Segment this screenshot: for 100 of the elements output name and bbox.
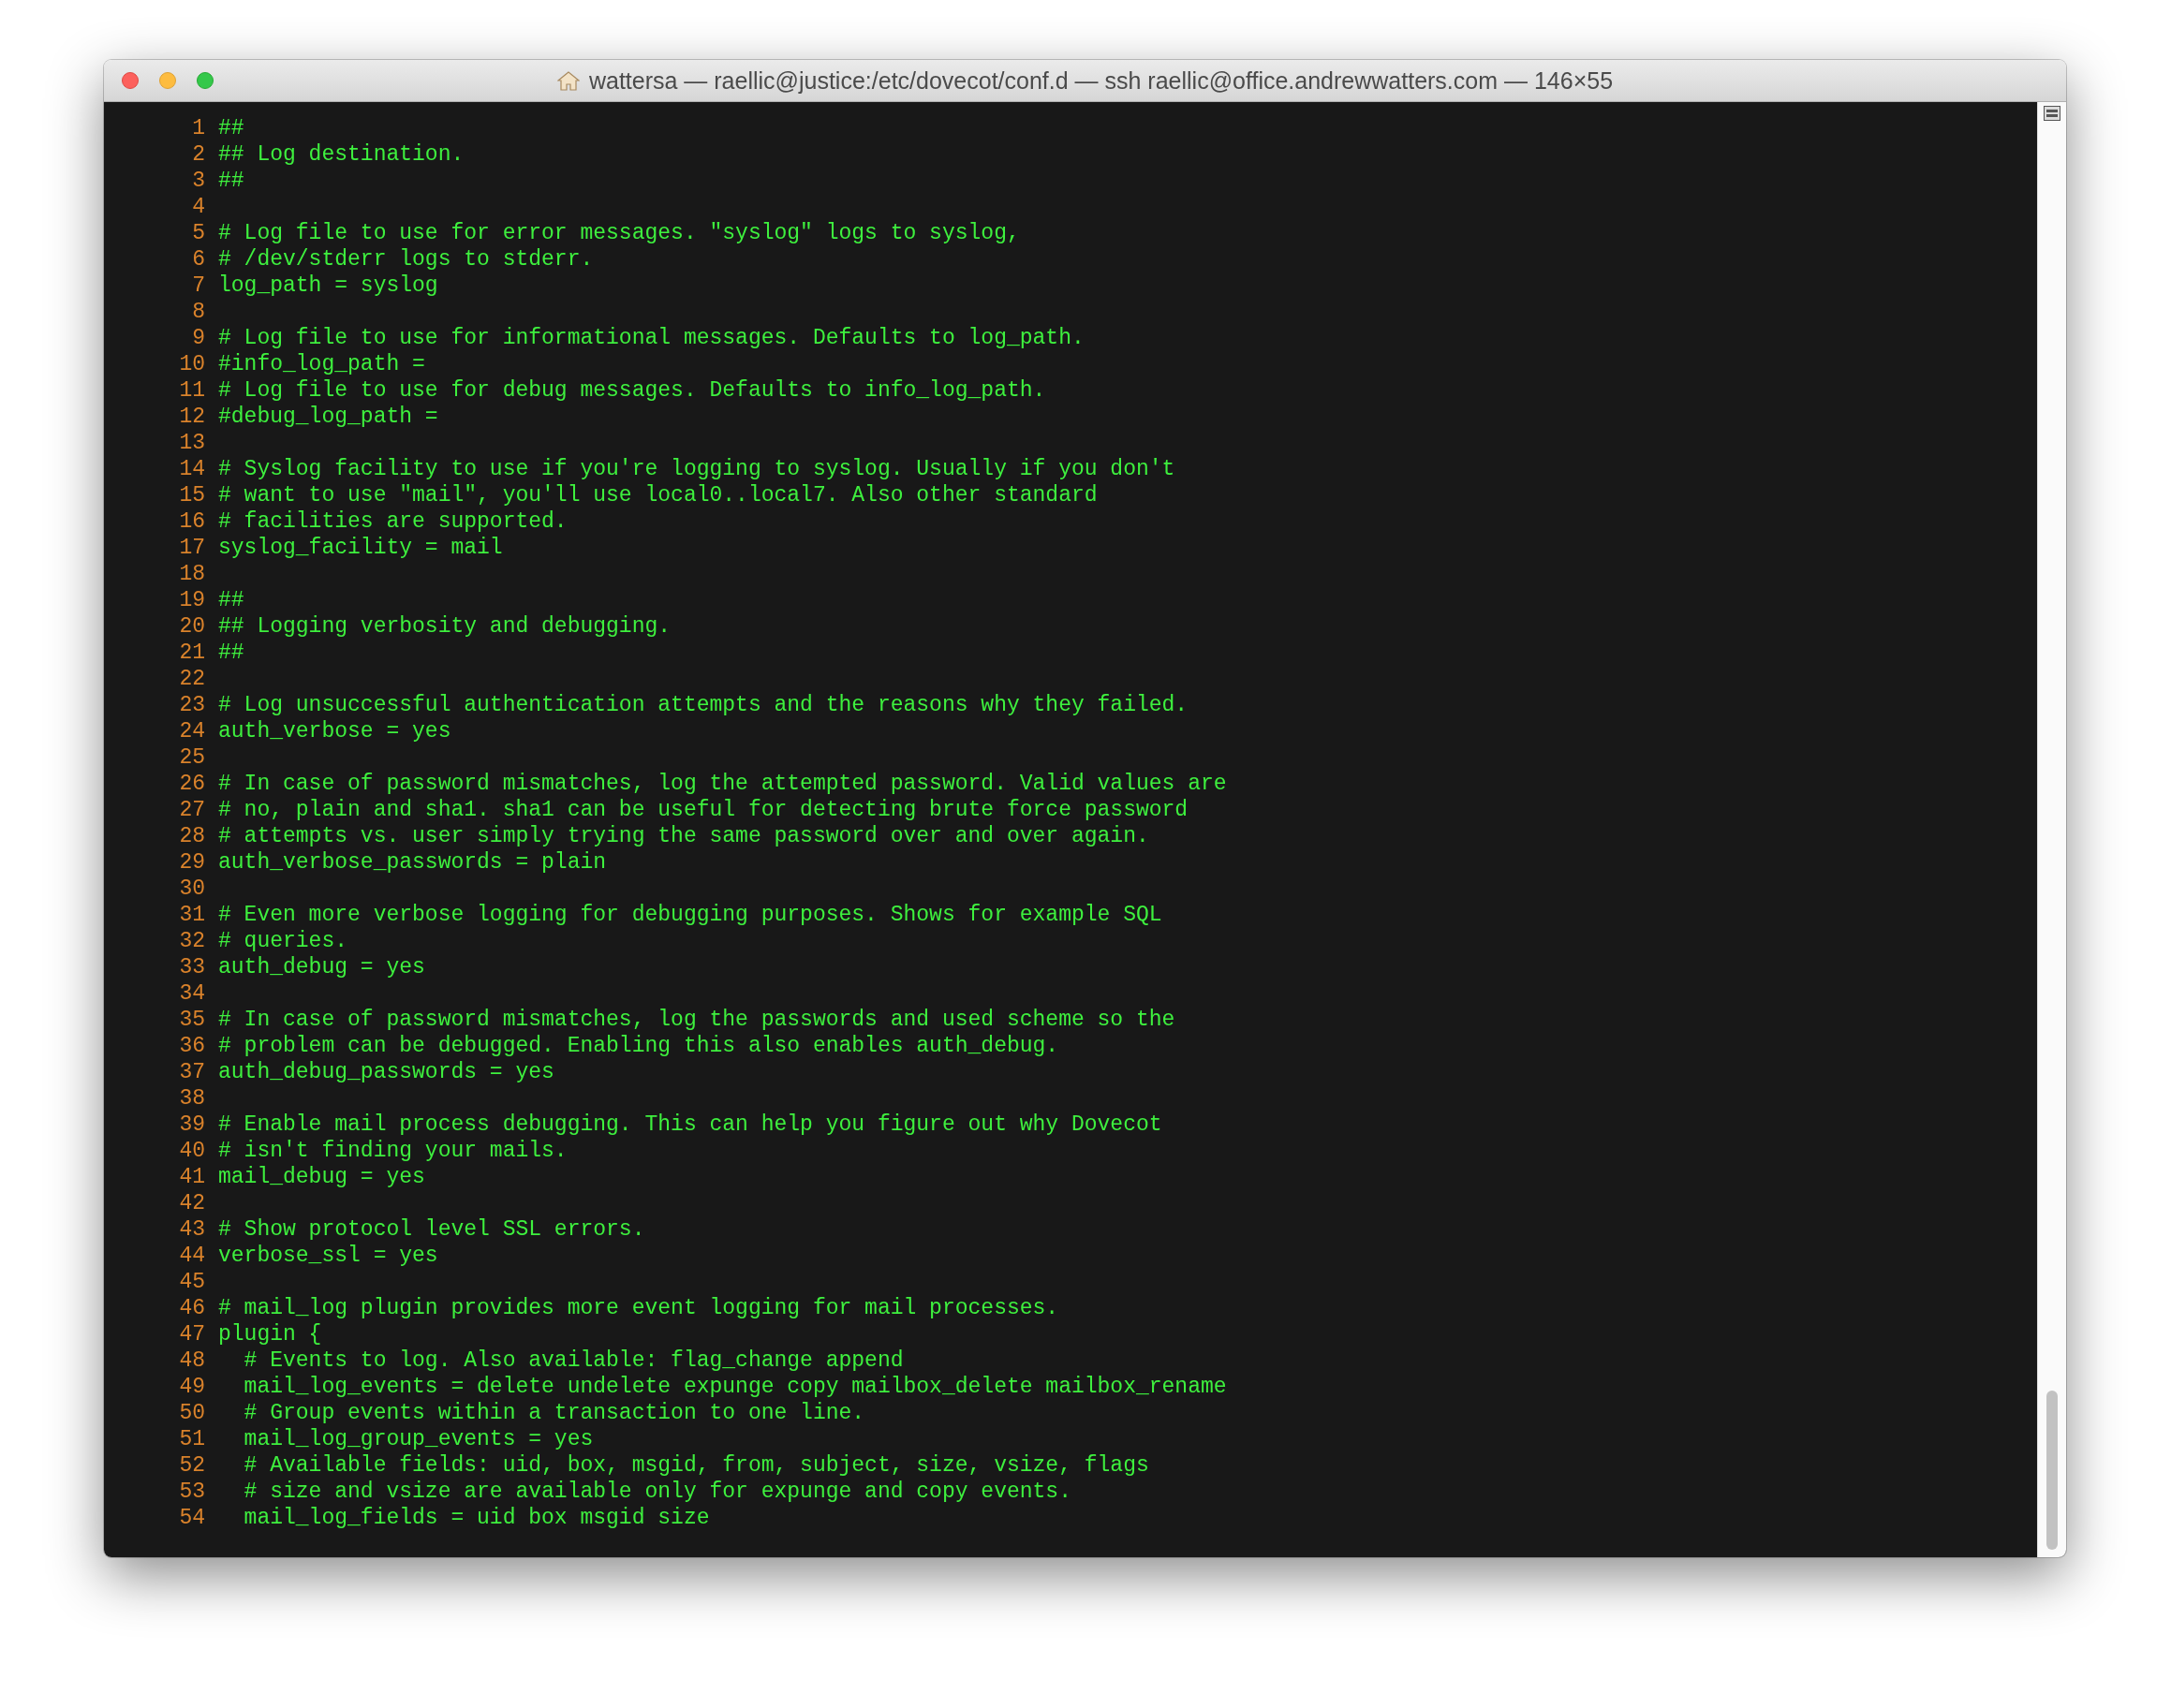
code-line: mail_log_group_events = yes xyxy=(243,1426,594,1452)
code-line: ## Logging verbosity and debugging. xyxy=(218,613,672,640)
line-number: 14 xyxy=(178,456,206,482)
line-number: 23 xyxy=(178,692,206,718)
code-line: ## xyxy=(218,587,244,613)
line-number: 2 xyxy=(191,141,206,168)
code-line: mail_log_fields = uid box msgid size xyxy=(243,1505,710,1531)
line-number: 11 xyxy=(178,377,206,404)
scroll-thumb[interactable] xyxy=(2046,1391,2058,1550)
line-number: 34 xyxy=(178,980,206,1007)
code-line: # /dev/stderr logs to stderr. xyxy=(218,246,594,272)
line-number: 28 xyxy=(178,823,206,849)
code-line: # Log file to use for debug messages. Defaults to info_log_path. xyxy=(218,377,1046,404)
line-number: 5 xyxy=(191,220,206,246)
line-number: 20 xyxy=(178,613,206,640)
split-pane-icon[interactable] xyxy=(2044,106,2060,121)
code-line: # In case of password mismatches, log the attempted password. Valid values are xyxy=(218,771,1227,797)
line-number: 15 xyxy=(178,482,206,508)
close-button[interactable] xyxy=(122,72,139,89)
code-line: auth_debug = yes xyxy=(218,954,425,980)
line-number: 9 xyxy=(191,325,206,351)
code-line: # Log file to use for error messages. "syslog" logs to syslog, xyxy=(218,220,1020,246)
line-number: 47 xyxy=(178,1321,206,1347)
line-number: 27 xyxy=(178,797,206,823)
line-number: 45 xyxy=(178,1269,206,1295)
line-number: 44 xyxy=(178,1243,206,1269)
code-line: ## Log destination. xyxy=(218,141,465,168)
line-number: 29 xyxy=(178,849,206,876)
line-number: 33 xyxy=(178,954,206,980)
code-line: # isn't finding your mails. xyxy=(218,1138,568,1164)
line-number: 12 xyxy=(178,404,206,430)
line-number: 52 xyxy=(178,1452,206,1479)
line-number: 8 xyxy=(191,299,206,325)
line-number: 4 xyxy=(191,194,206,220)
line-number: 53 xyxy=(178,1479,206,1505)
line-number: 22 xyxy=(178,666,206,692)
line-number: 19 xyxy=(178,587,206,613)
code-line: # queries. xyxy=(218,928,348,954)
code-line: # Even more verbose logging for debugging purposes. Shows for example SQL xyxy=(218,902,1162,928)
code-line: # want to use "mail", you'll use local0..local7. Also other standard xyxy=(218,482,1098,508)
line-number: 43 xyxy=(178,1216,206,1243)
line-number: 32 xyxy=(178,928,206,954)
line-number: 35 xyxy=(178,1007,206,1033)
code-line: ## xyxy=(218,168,244,194)
code-line: log_path = syslog xyxy=(218,272,438,299)
code-line: verbose_ssl = yes xyxy=(218,1243,438,1269)
code-line: auth_verbose = yes xyxy=(218,718,451,744)
code-line: mail_debug = yes xyxy=(218,1164,425,1190)
code-line: mail_log_events = delete undelete expunge copy mailbox_delete mailbox_rename xyxy=(243,1374,1227,1400)
line-number: 25 xyxy=(178,744,206,771)
code-line: # facilities are supported. xyxy=(218,508,568,535)
code-line: auth_verbose_passwords = plain xyxy=(218,849,607,876)
code-line: #debug_log_path = xyxy=(218,404,438,430)
line-number: 36 xyxy=(178,1033,206,1059)
code-line: # Show protocol level SSL errors. xyxy=(218,1216,645,1243)
minimize-button[interactable] xyxy=(159,72,176,89)
line-number: 54 xyxy=(178,1505,206,1531)
line-number: 49 xyxy=(178,1374,206,1400)
code-line: plugin { xyxy=(218,1321,322,1347)
code-line: # problem can be debugged. Enabling this also enables auth_debug. xyxy=(218,1033,1059,1059)
line-number: 41 xyxy=(178,1164,206,1190)
code-line: # Syslog facility to use if you're logging to syslog. Usually if you don't xyxy=(218,456,1175,482)
line-number: 3 xyxy=(191,168,206,194)
line-number: 30 xyxy=(178,876,206,902)
line-number: 21 xyxy=(178,640,206,666)
code-line: ## xyxy=(218,115,244,141)
line-number: 18 xyxy=(178,561,206,587)
code-line: # size and vsize are available only for expunge and copy events. xyxy=(243,1479,1071,1505)
code-line: # Group events within a transaction to one line. xyxy=(243,1400,865,1426)
code-line: # Enable mail process debugging. This can help you figure out why Dovecot xyxy=(218,1112,1162,1138)
line-number: 38 xyxy=(178,1085,206,1112)
line-number: 42 xyxy=(178,1190,206,1216)
line-number: 24 xyxy=(178,718,206,744)
code-line: # attempts vs. user simply trying the same password over and over again. xyxy=(218,823,1149,849)
line-number: 13 xyxy=(178,430,206,456)
line-number: 6 xyxy=(191,246,206,272)
line-number: 39 xyxy=(178,1112,206,1138)
code-line: # Log unsuccessful authentication attempts and the reasons why they failed. xyxy=(218,692,1189,718)
code-line: syslog_facility = mail xyxy=(218,535,503,561)
line-number: 10 xyxy=(178,351,206,377)
code-line: ## xyxy=(218,640,244,666)
code-line: # Log file to use for informational messages. Defaults to log_path. xyxy=(218,325,1085,351)
line-number: 40 xyxy=(178,1138,206,1164)
code-line: # Events to log. Also available: flag_change append xyxy=(243,1347,904,1374)
code-line: # In case of password mismatches, log the passwords and used scheme so the xyxy=(218,1007,1175,1033)
scrollbar[interactable] xyxy=(2037,102,2066,1557)
line-number: 51 xyxy=(178,1426,206,1452)
code-line: auth_debug_passwords = yes xyxy=(218,1059,554,1085)
line-number: 50 xyxy=(178,1400,206,1426)
line-number: 1 xyxy=(191,115,206,141)
code-line: # no, plain and sha1. sha1 can be useful for detecting brute force password xyxy=(218,797,1189,823)
line-number: 16 xyxy=(178,508,206,535)
line-number: 31 xyxy=(178,902,206,928)
zoom-button[interactable] xyxy=(197,72,214,89)
line-number: 26 xyxy=(178,771,206,797)
house-icon xyxy=(556,70,580,91)
line-number: 7 xyxy=(191,272,206,299)
window-title: wattersa — raellic@justice:/etc/dovecot/conf.d — ssh raellic@office.andrewwatters.com — 146×55 xyxy=(588,66,1614,95)
line-number: 46 xyxy=(178,1295,206,1321)
code-line: # Available fields: uid, box, msgid, from, subject, size, vsize, flags xyxy=(243,1452,1149,1479)
